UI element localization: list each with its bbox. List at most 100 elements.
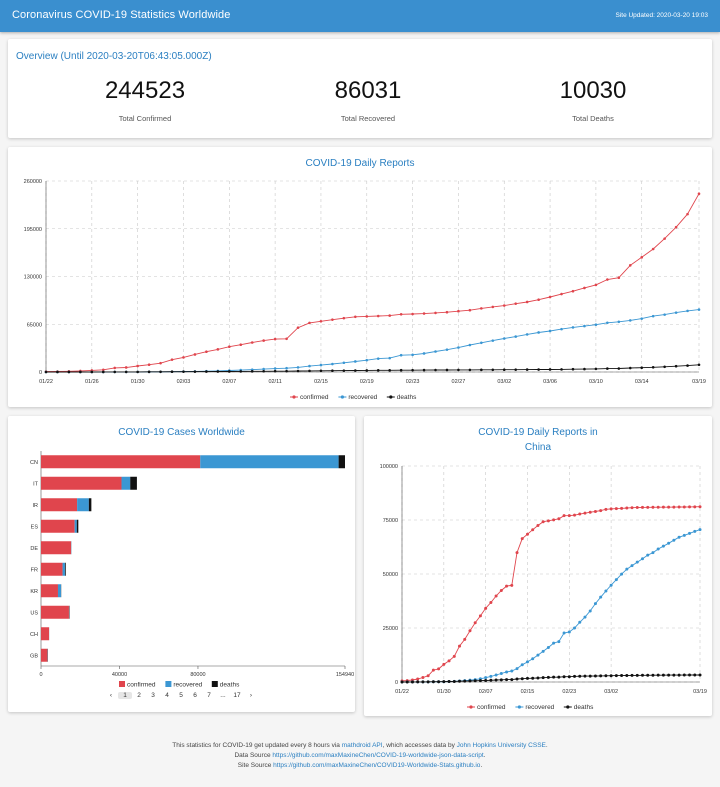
data-point-confirmed [562,514,566,518]
data-point-recovered [546,646,550,650]
page-6-button[interactable]: 6 [188,692,202,699]
data-point-deaths [573,674,577,678]
x-tick-label: 40000 [112,672,127,678]
data-point-deaths [628,366,632,370]
page-4-button[interactable]: 4 [160,692,174,699]
data-point-deaths [67,370,71,374]
data-point-deaths [170,370,174,374]
data-point-deaths [625,673,629,677]
bar-recovered [57,584,61,598]
data-point-confirmed [606,278,609,281]
data-point-deaths [147,370,151,374]
category-label: ES [31,524,39,530]
data-point-deaths [552,675,556,679]
x-tick-label: 03/02 [604,689,618,695]
data-point-deaths [583,674,587,678]
page-17-button[interactable]: 17 [230,692,244,699]
data-point-confirmed [445,310,449,314]
bar-confirmed [41,562,63,576]
y-tick-label: 0 [39,370,42,376]
data-point-confirmed [319,319,323,323]
data-point-recovered [434,350,437,353]
data-point-recovered [468,343,472,347]
app-bar: Coronavirus COVID-19 Statistics Worldwid… [0,0,720,32]
data-point-deaths [635,673,639,677]
data-point-recovered [411,353,414,357]
daily-reports-card: COVID-19 Daily Reports 0 65000 130000 19500… [8,147,712,407]
site-source-link[interactable]: https://github.com/maxMaxineChen/COVID19… [273,762,480,769]
data-point-deaths [421,680,425,684]
data-point-deaths [376,369,380,372]
page-3-button[interactable]: 3 [146,692,160,699]
data-point-confirmed [426,674,430,678]
data-point-confirmed [674,225,678,229]
data-point-deaths [447,680,451,684]
data-point-confirmed [578,512,582,516]
bar-recovered [200,455,339,469]
data-point-confirmed [614,507,618,511]
page-7-button[interactable]: 7 [202,692,216,699]
data-point-confirmed [525,300,529,304]
data-point-confirmed [536,524,540,528]
x-tick-label: 01/30 [437,689,451,695]
total-recovered-stat: 86031 Total Recovered [268,77,468,123]
data-point-deaths [458,679,462,683]
data-point-confirmed [227,345,231,349]
data-point-deaths [672,673,676,677]
data-point-recovered [651,314,655,318]
data-point-confirmed [452,654,456,658]
legend-marker-confirmed [292,395,296,399]
data-source-link[interactable]: https://github.com/maxMaxineChen/COVID-1… [272,752,483,759]
data-point-recovered [588,609,592,613]
legend-marker-recovered [340,395,344,399]
data-point-recovered [399,353,403,357]
footer-text: , which accesses data by [382,742,455,749]
page-5-button[interactable]: 5 [174,692,188,699]
pagination-ellipsis: ... [220,692,226,699]
data-point-deaths [319,369,323,373]
data-point-deaths [531,676,535,680]
page-2-button[interactable]: 2 [132,692,146,699]
data-point-recovered [520,663,524,667]
data-point-confirmed [557,517,561,521]
data-point-confirmed [515,551,519,555]
next-page-button[interactable]: › [244,692,258,699]
data-point-recovered [510,669,514,673]
data-point-deaths [515,677,519,681]
data-point-deaths [262,369,265,373]
data-point-deaths [537,368,540,371]
data-point-deaths [567,675,571,679]
data-point-deaths [411,368,414,372]
page-1-button[interactable]: 1 [118,692,132,699]
data-point-confirmed [399,312,403,316]
mathdroid-api-link[interactable]: mathdroid API [342,742,383,749]
category-label: GB [30,653,38,659]
data-point-confirmed [376,314,380,318]
data-point-deaths [452,679,456,683]
data-point-recovered [661,544,665,548]
bar-deaths [88,498,92,512]
data-point-recovered [594,323,598,326]
data-point-recovered [541,649,545,653]
data-point-confirmed [651,247,655,251]
data-point-deaths [686,364,689,367]
footer: This statistics for COVID-19 get updated… [0,741,720,771]
x-tick-label: 02/23 [406,379,420,385]
legend-label-recovered: recovered [348,394,377,401]
data-point-confirmed [552,518,556,522]
bar-recovered [74,519,77,533]
data-point-recovered [693,529,697,533]
data-point-deaths [697,363,701,367]
data-point-deaths [514,368,518,371]
data-point-deaths [560,368,563,371]
data-point-confirmed [505,584,509,588]
jhu-csse-link[interactable]: John Hopkins University CSSE [457,742,546,749]
data-point-deaths [609,674,613,678]
x-tick-label: 03/06 [543,379,557,385]
prev-page-button[interactable]: ‹ [104,692,118,699]
data-point-recovered [640,557,644,561]
data-point-deaths [484,678,488,682]
series-line-confirmed [45,193,700,373]
data-point-deaths [682,673,686,677]
data-point-recovered [583,615,587,619]
